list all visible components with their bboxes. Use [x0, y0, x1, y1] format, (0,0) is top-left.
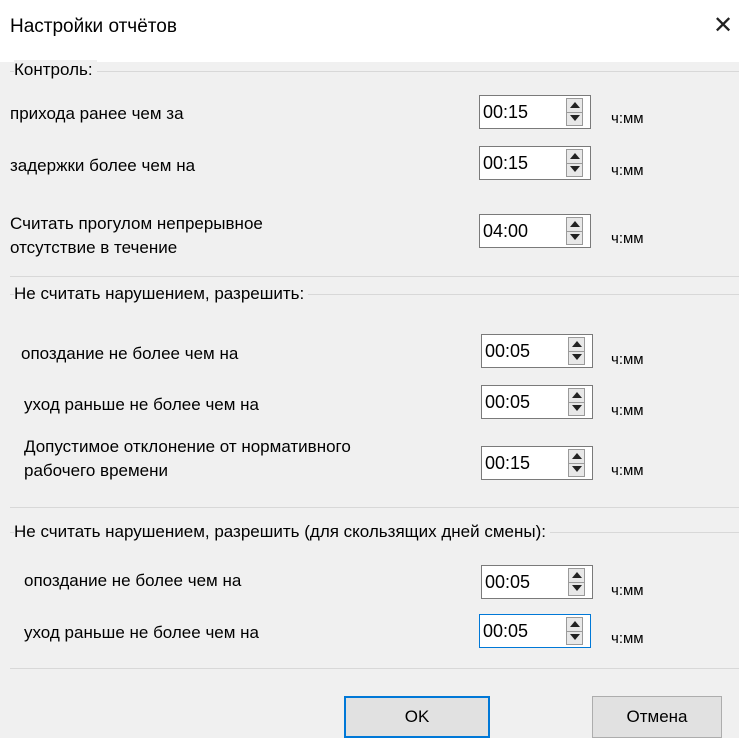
spin-down-button[interactable] [569, 351, 584, 364]
arrow-up-icon [572, 572, 582, 578]
absence-value[interactable]: 04:00 [483, 221, 528, 241]
unit-label: ч:мм [611, 630, 644, 647]
label-lateness: опоздание не более чем на [21, 344, 239, 363]
spin-down-button[interactable] [567, 163, 582, 176]
group-title-allow-sliding: Не считать нарушением, разрешить (для ск… [14, 522, 550, 542]
spin-up-button[interactable] [569, 389, 584, 403]
arrow-down-icon [572, 466, 582, 472]
group-line-control [10, 71, 739, 72]
label-absence-line1: Считать прогулом непрерывное [10, 214, 263, 233]
deviation-stepper[interactable]: 00:15 [481, 446, 595, 480]
arrow-down-icon [572, 405, 582, 411]
spin-up-button[interactable] [569, 450, 584, 464]
unit-label: ч:мм [611, 110, 644, 127]
sliding-lateness-spinner[interactable] [568, 568, 585, 596]
delay-spinner[interactable] [566, 149, 583, 177]
spin-up-button[interactable] [569, 338, 584, 352]
unit-label: ч:мм [611, 582, 644, 599]
spin-down-button[interactable] [567, 631, 582, 644]
unit-label: ч:мм [611, 162, 644, 179]
lateness-spinner[interactable] [568, 337, 585, 365]
group-title-allow: Не считать нарушением, разрешить: [14, 284, 309, 304]
early-arrival-value[interactable]: 00:15 [483, 102, 528, 122]
sliding-early-leave-stepper[interactable]: 00:05 [479, 614, 593, 648]
spin-down-button[interactable] [569, 463, 584, 476]
arrow-up-icon [570, 153, 580, 159]
unit-label: ч:мм [611, 402, 644, 419]
absence-spinner[interactable] [566, 217, 583, 245]
arrow-down-icon [570, 166, 580, 172]
arrow-up-icon [572, 341, 582, 347]
delay-value[interactable]: 00:15 [483, 153, 528, 173]
sliding-early-leave-spinner[interactable] [566, 617, 583, 645]
window-title: Настройки отчётов [10, 16, 177, 37]
spin-down-button[interactable] [567, 231, 582, 244]
title-bar: Настройки отчётов ✕ [0, 0, 739, 62]
separator [10, 507, 739, 508]
spin-down-button[interactable] [569, 402, 584, 415]
cancel-button[interactable]: Отмена [592, 696, 722, 738]
label-absence-line2: отсутствие в течение [10, 238, 178, 257]
arrow-down-icon [570, 234, 580, 240]
lateness-stepper[interactable]: 00:05 [481, 334, 595, 368]
label-early-leave: уход раньше не более чем на [24, 395, 260, 414]
label-delay: задержки более чем на [10, 156, 196, 175]
spin-up-button[interactable] [567, 618, 582, 632]
spin-down-button[interactable] [567, 112, 582, 125]
sliding-lateness-stepper[interactable]: 00:05 [481, 565, 595, 599]
spin-up-button[interactable] [569, 569, 584, 583]
delay-stepper[interactable]: 00:15 [479, 146, 593, 180]
label-sliding-lateness: опоздание не более чем на [24, 571, 242, 590]
unit-label: ч:мм [611, 351, 644, 368]
spin-up-button[interactable] [567, 218, 582, 232]
arrow-up-icon [570, 102, 580, 108]
label-early-arrival: прихода ранее чем за [10, 104, 184, 123]
unit-label: ч:мм [611, 462, 644, 479]
separator [10, 668, 739, 669]
group-title-control: Контроль: [14, 60, 97, 80]
arrow-up-icon [570, 221, 580, 227]
arrow-down-icon [570, 634, 580, 640]
sliding-lateness-value[interactable]: 00:05 [485, 572, 530, 592]
arrow-up-icon [572, 392, 582, 398]
early-leave-stepper[interactable]: 00:05 [481, 385, 595, 419]
spin-up-button[interactable] [567, 99, 582, 113]
arrow-up-icon [570, 621, 580, 627]
arrow-down-icon [572, 585, 582, 591]
separator [10, 276, 739, 277]
spin-up-button[interactable] [567, 150, 582, 164]
close-icon[interactable]: ✕ [713, 14, 733, 38]
label-sliding-early-leave: уход раньше не более чем на [24, 623, 260, 642]
early-arrival-spinner[interactable] [566, 98, 583, 126]
arrow-down-icon [572, 354, 582, 360]
lateness-value[interactable]: 00:05 [485, 341, 530, 361]
absence-stepper[interactable]: 04:00 [479, 214, 593, 248]
spin-down-button[interactable] [569, 582, 584, 595]
deviation-spinner[interactable] [568, 449, 585, 477]
early-leave-value[interactable]: 00:05 [485, 392, 530, 412]
early-leave-spinner[interactable] [568, 388, 585, 416]
label-deviation-line2: рабочего времени [24, 461, 169, 480]
unit-label: ч:мм [611, 230, 644, 247]
arrow-up-icon [572, 453, 582, 459]
sliding-early-leave-value[interactable]: 00:05 [483, 621, 528, 641]
early-arrival-stepper[interactable]: 00:15 [479, 95, 593, 129]
arrow-down-icon [570, 115, 580, 121]
ok-button[interactable]: OK [344, 696, 490, 738]
deviation-value[interactable]: 00:15 [485, 453, 530, 473]
label-deviation-line1: Допустимое отклонение от нормативного [24, 437, 351, 456]
